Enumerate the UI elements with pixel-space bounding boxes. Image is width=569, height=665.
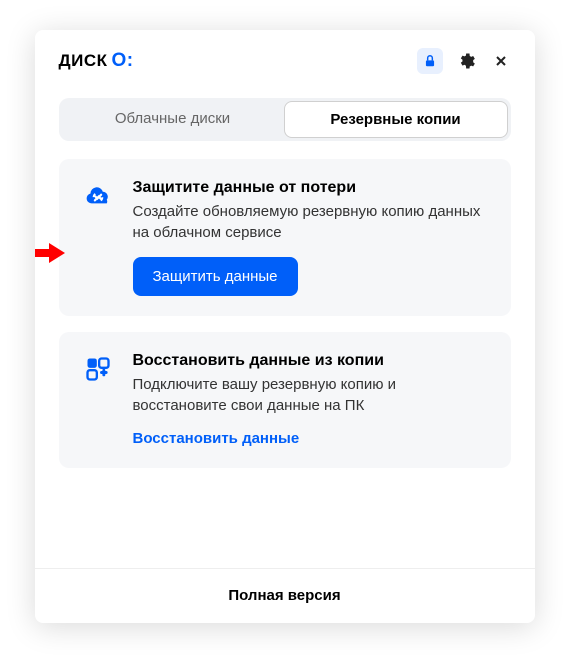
protect-card-content: Защитите данные от потери Создайте обнов…	[133, 179, 489, 296]
cloud-sync-icon	[81, 179, 115, 213]
restore-card-content: Восстановить данные из копии Подключите …	[133, 352, 489, 448]
restore-data-link[interactable]: Восстановить данные	[133, 430, 300, 447]
settings-button[interactable]	[457, 51, 477, 71]
header: ДИСК О:	[35, 30, 535, 88]
tabs: Облачные диски Резервные копии	[59, 98, 511, 141]
logo-symbol: О:	[111, 50, 133, 72]
logo-text: ДИСК	[59, 51, 108, 71]
close-icon	[493, 53, 509, 69]
restore-card-title: Восстановить данные из копии	[133, 352, 489, 370]
restore-card-description: Подключите вашу резервную копию и восста…	[133, 374, 489, 416]
tab-backups[interactable]: Резервные копии	[284, 101, 508, 138]
header-actions	[417, 48, 511, 74]
full-version-link[interactable]: Полная версия	[228, 587, 340, 604]
protect-data-card: Защитите данные от потери Создайте обнов…	[59, 159, 511, 316]
restore-data-card: Восстановить данные из копии Подключите …	[59, 332, 511, 468]
gear-icon	[457, 51, 477, 71]
tab-cloud-disks[interactable]: Облачные диски	[62, 101, 284, 138]
protect-card-description: Создайте обновляемую резервную копию дан…	[133, 201, 489, 243]
protect-data-button[interactable]: Защитить данные	[133, 257, 298, 296]
protect-card-title: Защитите данные от потери	[133, 179, 489, 197]
close-button[interactable]	[491, 51, 511, 71]
restore-icon	[81, 352, 115, 386]
arrow-annotation	[35, 241, 67, 265]
footer: Полная версия	[35, 568, 535, 623]
lock-button[interactable]	[417, 48, 443, 74]
app-window: ДИСК О: Облачные диски Р	[35, 30, 535, 623]
app-logo: ДИСК О:	[59, 50, 134, 72]
lock-icon	[423, 54, 437, 68]
